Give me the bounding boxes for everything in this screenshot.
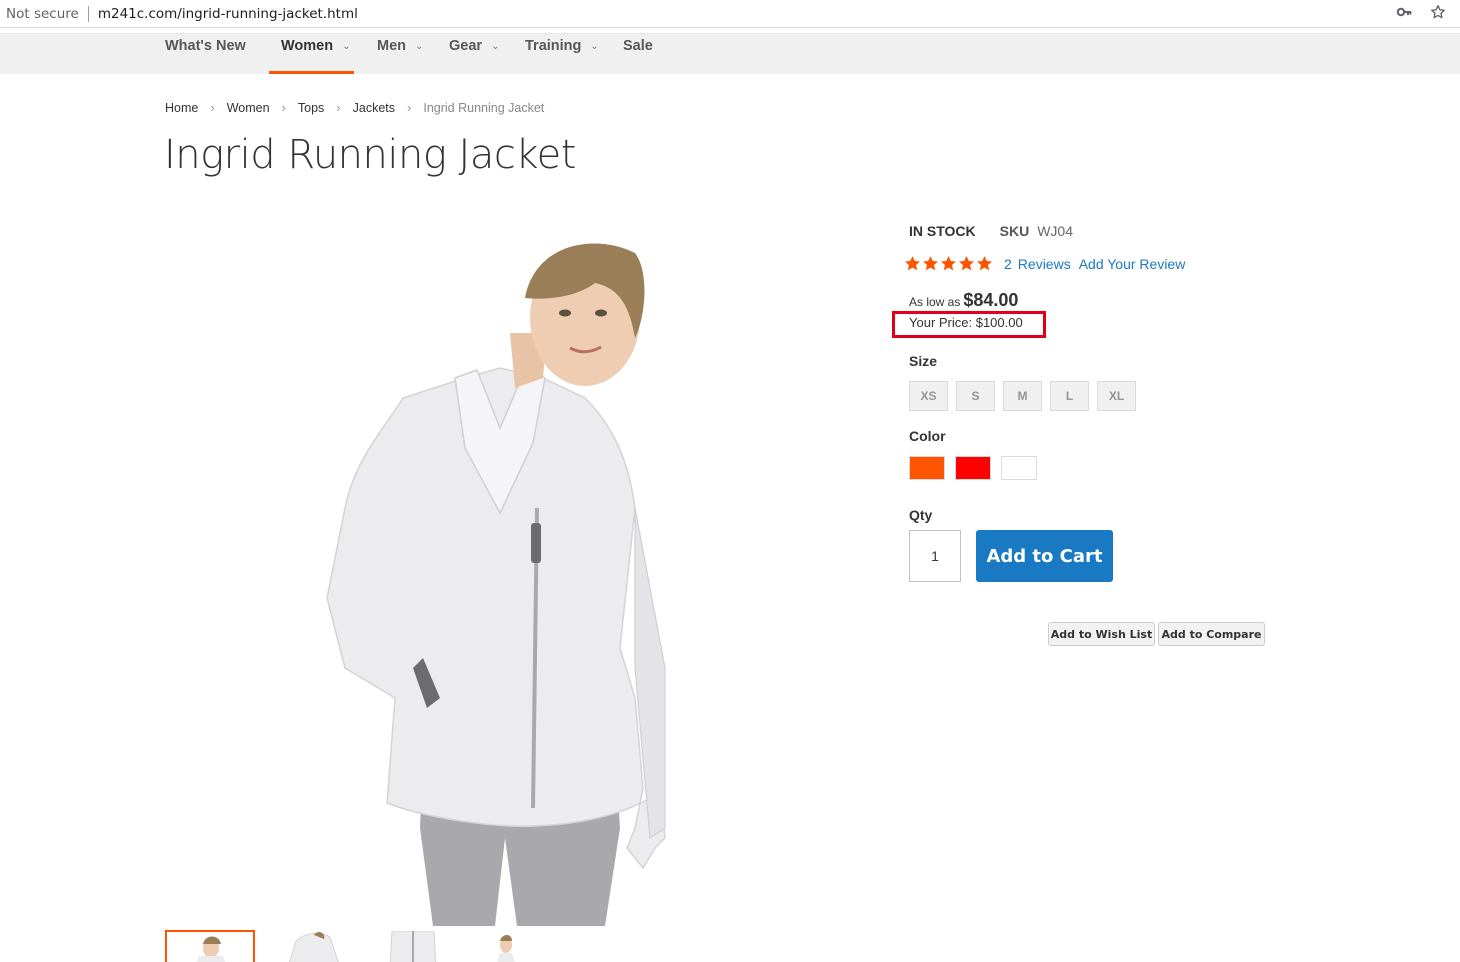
qty-input[interactable]: [909, 530, 961, 582]
color-label: Color: [909, 428, 946, 444]
size-option-xl[interactable]: XL: [1097, 381, 1136, 411]
chevron-right-icon: ›: [210, 100, 215, 115]
as-low-as-label: As low as: [909, 295, 961, 309]
sku-value: WJ04: [1037, 223, 1073, 239]
nav-item-gear[interactable]: Gear ⌄: [449, 34, 499, 75]
nav-item-men[interactable]: Men ⌄: [377, 34, 423, 75]
bookmark-star-icon[interactable]: [1430, 4, 1446, 20]
nav-label: What's New: [165, 38, 246, 54]
breadcrumb-women[interactable]: Women: [227, 101, 270, 115]
thumbnail-2[interactable]: [267, 930, 357, 962]
reviews-link[interactable]: 2 Reviews: [1004, 256, 1071, 272]
active-nav-indicator: [269, 71, 354, 74]
chevron-down-icon: ⌄: [590, 41, 599, 52]
as-low-as-price: As low as $84.00: [909, 290, 1018, 311]
nav-item-training[interactable]: Training ⌄: [525, 34, 599, 75]
model-photo-illustration: [326, 243, 666, 926]
stock-status: IN STOCK: [909, 223, 976, 239]
address-separator: [87, 5, 89, 22]
chevron-down-icon: ⌄: [491, 41, 500, 52]
color-swatch-orange[interactable]: [909, 456, 945, 480]
size-options: XS S M L XL: [909, 381, 1136, 411]
your-price-highlight: Your Price: $100.00: [892, 311, 1046, 338]
star-icon: [977, 256, 992, 271]
size-option-m[interactable]: M: [1003, 381, 1042, 411]
nav-item-women[interactable]: Women ⌄: [281, 34, 351, 75]
color-swatch-red[interactable]: [955, 456, 991, 480]
star-icon: [905, 256, 920, 271]
rating-stars: [904, 255, 993, 272]
main-navigation: What's New Women ⌄ Men ⌄ Gear ⌄ Training ⌄ S…: [0, 33, 1460, 74]
review-count: 2: [1004, 255, 1012, 272]
key-icon[interactable]: [1396, 4, 1412, 20]
rating-summary: 2 Reviews Add Your Review: [904, 255, 1185, 272]
nav-item-whats-new[interactable]: What's New: [165, 34, 246, 75]
breadcrumb-tops[interactable]: Tops: [298, 101, 324, 115]
size-option-s[interactable]: S: [956, 381, 995, 411]
add-to-compare-button[interactable]: Add to Compare: [1158, 622, 1265, 646]
size-option-l[interactable]: L: [1050, 381, 1089, 411]
add-to-cart-button[interactable]: Add to Cart: [976, 530, 1113, 582]
add-to-wishlist-button[interactable]: Add to Wish List: [1048, 622, 1155, 646]
chevron-right-icon: ›: [336, 100, 341, 115]
star-icon: [959, 256, 974, 271]
thumbnail-1[interactable]: [165, 930, 255, 962]
page-title: Ingrid Running Jacket: [164, 132, 576, 178]
chevron-down-icon: ⌄: [415, 41, 424, 52]
nav-label: Sale: [623, 38, 653, 54]
your-price-text: Your Price: $100.00: [909, 315, 1023, 330]
breadcrumb: Home › Women › Tops › Jackets › Ingrid R…: [165, 100, 544, 115]
nav-label: Gear: [449, 38, 483, 54]
star-icon: [941, 256, 956, 271]
star-icon: [923, 256, 938, 271]
size-label: Size: [909, 353, 938, 369]
size-option-xs[interactable]: XS: [909, 381, 948, 411]
chevron-right-icon: ›: [281, 100, 286, 115]
nav-item-sale[interactable]: Sale: [623, 34, 653, 75]
nav-label: Training: [525, 38, 582, 54]
thumbnail-strip: [165, 930, 561, 962]
stock-sku-row: IN STOCK SKU WJ04: [909, 223, 1073, 241]
breadcrumb-current: Ingrid Running Jacket: [423, 100, 545, 115]
url-field[interactable]: m241c.com/ingrid-running-jacket.html: [98, 6, 358, 22]
sku-label: SKU: [999, 223, 1030, 239]
add-review-link[interactable]: Add Your Review: [1079, 256, 1186, 272]
chevron-right-icon: ›: [407, 100, 412, 115]
nav-label: Women: [281, 38, 334, 54]
product-image[interactable]: [165, 228, 855, 926]
breadcrumb-jackets[interactable]: Jackets: [353, 101, 395, 115]
reviews-label: Reviews: [1017, 255, 1071, 272]
color-swatch-white[interactable]: [1001, 456, 1037, 480]
chevron-down-icon: ⌄: [342, 41, 351, 52]
as-low-as-amount: $84.00: [963, 290, 1019, 310]
color-options: [909, 456, 1037, 480]
thumbnail-4[interactable]: [471, 930, 561, 962]
browser-address-bar: Not secure m241c.com/ingrid-running-jack…: [0, 0, 1460, 28]
nav-label: Men: [377, 38, 406, 54]
thumbnail-3[interactable]: [369, 930, 459, 962]
qty-label: Qty: [909, 507, 933, 523]
security-indicator[interactable]: Not secure: [6, 6, 79, 22]
breadcrumb-home[interactable]: Home: [165, 101, 198, 115]
